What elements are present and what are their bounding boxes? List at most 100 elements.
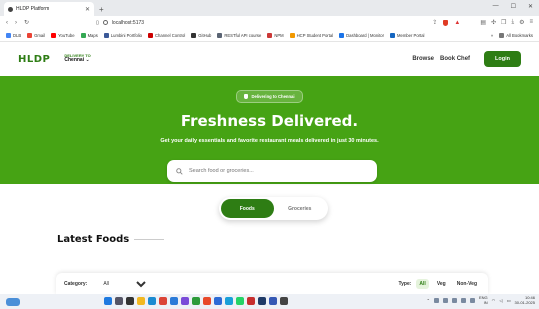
- bookmark-favicon-icon: [6, 32, 11, 38]
- bookmark-favicon-icon: [267, 32, 273, 38]
- shield-icon: [244, 94, 249, 99]
- back-icon[interactable]: ‹: [6, 20, 8, 26]
- bookmark-item[interactable]: HCP Student Portal: [289, 32, 333, 38]
- close-tab-icon[interactable]: ✕: [85, 6, 90, 13]
- minimize-icon[interactable]: —: [493, 3, 499, 10]
- bookmark-favicon-icon: [27, 32, 33, 38]
- section-divider: [134, 239, 165, 240]
- taskbar-apps: [104, 297, 288, 305]
- type-label: Type:: [398, 281, 412, 287]
- alert-icon[interactable]: ▲: [454, 20, 460, 26]
- window-controls: — ☐ ✕: [493, 3, 533, 10]
- forward-icon[interactable]: ›: [15, 20, 17, 26]
- bookmark-favicon-icon: [390, 32, 395, 38]
- url-text[interactable]: localhost:5173: [112, 20, 144, 26]
- volume-icon[interactable]: ◁: [499, 298, 502, 303]
- search-icon: [176, 167, 183, 175]
- type-veg[interactable]: Veg: [434, 279, 449, 289]
- folder-icon: [499, 32, 505, 38]
- tray-icon[interactable]: [434, 298, 439, 304]
- bookmark-item[interactable]: Dashboard | Monitor: [339, 32, 384, 38]
- tray-icon[interactable]: [461, 298, 466, 304]
- all-bookmarks[interactable]: All Bookmarks: [499, 32, 533, 38]
- app-icon[interactable]: [247, 297, 255, 305]
- nav-browse[interactable]: Browse: [412, 56, 434, 62]
- tray-icon[interactable]: [470, 298, 475, 304]
- wifi-icon[interactable]: ◠: [492, 298, 496, 303]
- brave-shield-icon[interactable]: [443, 19, 449, 26]
- toggle-foods[interactable]: Foods: [221, 199, 274, 218]
- task-view-icon[interactable]: [126, 297, 134, 305]
- start-icon[interactable]: [104, 297, 112, 305]
- toggle-groceries[interactable]: Groceries: [274, 199, 327, 218]
- copy-icon[interactable]: ❐: [501, 19, 506, 26]
- bookmark-item[interactable]: NPM: [267, 32, 284, 38]
- category-select[interactable]: All: [99, 280, 150, 288]
- bookmark-item[interactable]: RESTful API course: [217, 32, 261, 38]
- delivery-location-selector[interactable]: DELIVERY TO Chennai ⌄: [64, 53, 90, 64]
- app-icon[interactable]: [225, 297, 233, 305]
- bookmark-item[interactable]: Lumbini Portfolio: [103, 32, 142, 38]
- brave-icon[interactable]: [203, 297, 211, 305]
- taskbar-search-icon[interactable]: [115, 297, 123, 305]
- chrome-icon[interactable]: [159, 297, 167, 305]
- hero-banner: Delivering to Chennai Freshness Delivere…: [0, 76, 539, 184]
- app-icon[interactable]: [214, 297, 222, 305]
- extensions-icon[interactable]: ✣: [491, 19, 496, 26]
- tray-icon[interactable]: [443, 298, 448, 304]
- nav-book-chef[interactable]: Book Chef: [440, 56, 470, 62]
- clock-date: 30-01-2025: [514, 299, 535, 305]
- close-window-icon[interactable]: ✕: [528, 3, 533, 10]
- file-explorer-icon[interactable]: [137, 297, 145, 305]
- maximize-icon[interactable]: ☐: [511, 3, 516, 10]
- bookmark-item[interactable]: Maps: [80, 32, 98, 38]
- more-bookmarks-icon[interactable]: »: [491, 33, 493, 38]
- site-info-icon[interactable]: [102, 20, 108, 25]
- bookmarks-bar: DLB Gmail YouTube Maps Lumbini Portfolio…: [0, 29, 539, 42]
- bookmark-favicon-icon: [51, 32, 57, 38]
- type-filter: Type: All Veg Non-Veg: [398, 279, 480, 289]
- search-input[interactable]: [189, 168, 359, 174]
- bookmark-item[interactable]: DLB: [6, 32, 21, 38]
- tray-icon[interactable]: [452, 298, 457, 304]
- menu-icon[interactable]: ≡: [529, 19, 533, 26]
- bookmark-item[interactable]: Gmail: [27, 32, 45, 38]
- bookmark-favicon-icon: [217, 32, 223, 38]
- reload-icon[interactable]: ↻: [24, 19, 29, 26]
- chevron-down-icon: ⌄: [85, 57, 90, 64]
- battery-icon[interactable]: ▭: [507, 298, 511, 303]
- url-field[interactable]: ▯ localhost:5173: [96, 20, 144, 26]
- bookmark-item[interactable]: YouTube: [51, 32, 75, 38]
- bookmark-item[interactable]: Channel Control: [148, 32, 185, 38]
- type-all[interactable]: All: [416, 279, 429, 289]
- settings-icon[interactable]: ⚙: [519, 19, 524, 26]
- app-icon[interactable]: [181, 297, 189, 305]
- edge-icon[interactable]: [148, 297, 156, 305]
- category-label: Category:: [64, 281, 88, 287]
- type-non-veg[interactable]: Non-Veg: [454, 279, 480, 289]
- logo[interactable]: HLDP: [18, 54, 50, 65]
- downloads-icon[interactable]: ⤓: [511, 19, 514, 26]
- widgets-icon[interactable]: [6, 297, 20, 306]
- share-icon[interactable]: ⇪: [432, 19, 437, 26]
- delivery-badge-text: Delivering to Chennai: [251, 94, 295, 99]
- clock[interactable]: 10:46 30-01-2025: [514, 295, 535, 306]
- vscode-icon[interactable]: [170, 297, 178, 305]
- tray-overflow-icon[interactable]: ⌃: [426, 298, 430, 303]
- tab-title: HLDP Platform: [16, 6, 50, 12]
- app-icon[interactable]: [280, 297, 288, 305]
- bookmark-item[interactable]: Member Portal: [390, 32, 424, 38]
- new-tab-icon[interactable]: +: [99, 5, 104, 14]
- filter-bar: Category: All Type: All Veg Non-Veg: [56, 273, 488, 295]
- language-indicator[interactable]: ENG IN: [479, 295, 488, 306]
- sidebar-icon[interactable]: ▤: [480, 19, 486, 26]
- search-bar[interactable]: [167, 160, 377, 182]
- login-button[interactable]: Login: [484, 51, 521, 67]
- app-icon[interactable]: [192, 297, 200, 305]
- bookmark-icon[interactable]: ▯: [96, 20, 99, 26]
- whatsapp-icon[interactable]: [236, 297, 244, 305]
- bookmark-item[interactable]: GitHub: [191, 32, 211, 38]
- app-icon[interactable]: [258, 297, 266, 305]
- app-icon[interactable]: [269, 297, 277, 305]
- browser-tab[interactable]: HLDP Platform ✕: [4, 2, 94, 16]
